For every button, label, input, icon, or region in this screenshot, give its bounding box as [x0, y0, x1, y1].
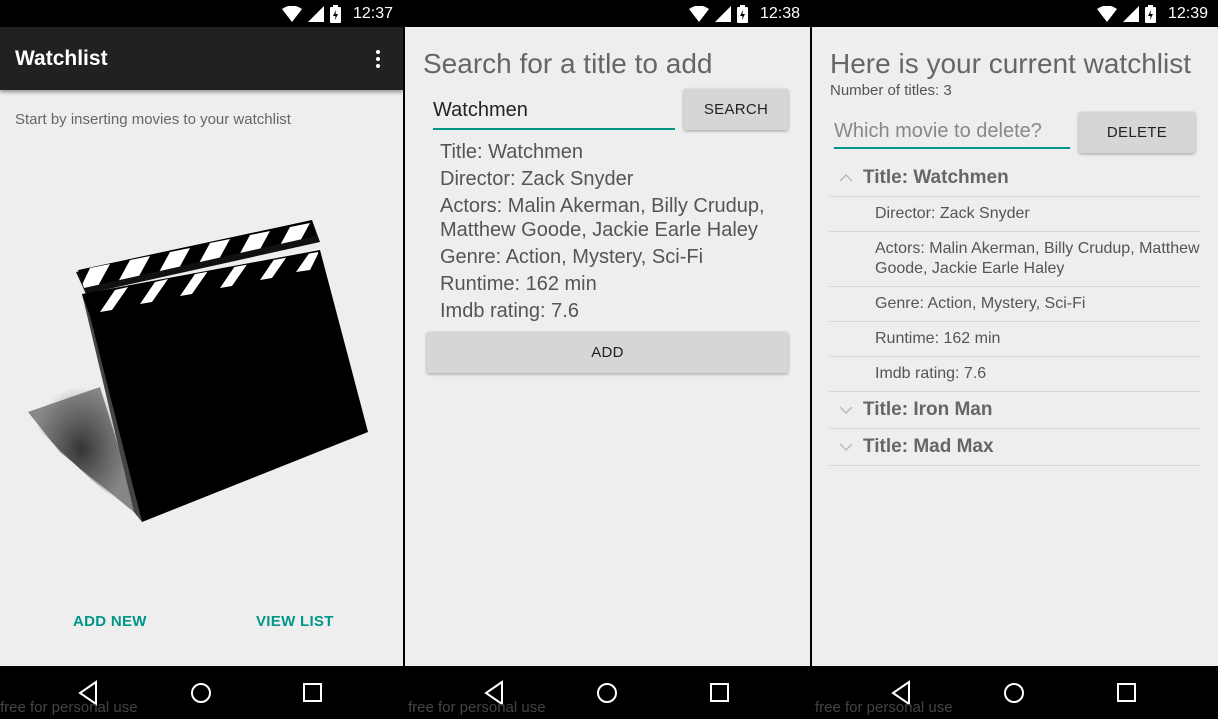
result-rating: Imdb rating: 7.6: [440, 300, 579, 322]
status-time: 12:37: [352, 4, 393, 22]
list-child: Genre: Action, Mystery, Sci-Fi: [829, 287, 1200, 322]
list-group-iron-man[interactable]: Title: Iron Man: [829, 392, 1200, 429]
watermark-text: free for personal use: [815, 699, 953, 716]
search-input[interactable]: [433, 92, 675, 130]
result-title: Title: Watchmen: [440, 141, 583, 163]
signal-icon: [714, 5, 731, 22]
watchlist-expandable-list: Title: Watchmen Director: Zack Snyder Ac…: [829, 160, 1200, 466]
navigation-bar: free for personal use: [405, 666, 810, 719]
watermark-text: free for personal use: [0, 699, 138, 716]
watermark-text: free for personal use: [408, 699, 546, 716]
list-group-watchmen[interactable]: Title: Watchmen: [829, 160, 1200, 197]
clapperboard-image: [28, 220, 368, 522]
intro-text: Start by inserting movies to your watchl…: [15, 111, 291, 128]
wifi-icon: [1096, 5, 1117, 22]
search-content: Search for a title to add SEARCH Title: …: [405, 27, 810, 666]
wifi-icon: [281, 5, 302, 22]
search-result: Title: Watchmen Director: Zack Snyder Ac…: [440, 140, 790, 326]
watchlist-screen: 12:39 Here is your current watchlist Num…: [812, 0, 1218, 719]
wifi-icon: [688, 5, 709, 22]
home-icon[interactable]: [1001, 680, 1027, 706]
home-icon[interactable]: [188, 680, 214, 706]
navigation-bar: free for personal use: [812, 666, 1218, 719]
overflow-menu-icon[interactable]: [368, 44, 388, 74]
result-genre: Genre: Action, Mystery, Sci-Fi: [440, 246, 704, 268]
delete-input[interactable]: [834, 115, 1070, 149]
home-icon[interactable]: [594, 680, 620, 706]
group-title: Title: Mad Max: [863, 436, 994, 457]
group-title: Title: Watchmen: [863, 167, 1009, 188]
result-runtime: Runtime: 162 min: [440, 273, 597, 295]
list-child: Imdb rating: 7.6: [829, 357, 1200, 392]
status-time: 12:38: [759, 4, 800, 22]
search-screen: 12:38 Search for a title to add SEARCH T…: [405, 0, 810, 719]
main-screen: 12:37 Watchlist Start by inserting movie…: [0, 0, 403, 719]
battery-icon: [329, 4, 341, 23]
list-child: Runtime: 162 min: [829, 322, 1200, 357]
search-button[interactable]: SEARCH: [684, 89, 788, 130]
view-list-button[interactable]: VIEW LIST: [256, 613, 334, 630]
search-heading: Search for a title to add: [423, 48, 713, 79]
list-child: Director: Zack Snyder: [829, 197, 1200, 232]
status-bar: 12:38: [405, 0, 810, 27]
signal-icon: [1122, 5, 1139, 22]
app-bar: Watchlist: [0, 27, 403, 90]
chevron-up-icon: [829, 174, 863, 182]
app-title: Watchlist: [15, 46, 108, 70]
status-bar: 12:37: [0, 0, 403, 27]
watchlist-heading: Here is your current watchlist: [830, 48, 1192, 79]
recents-icon[interactable]: [1114, 680, 1140, 706]
add-new-button[interactable]: ADD NEW: [73, 613, 147, 630]
group-title: Title: Iron Man: [863, 399, 993, 420]
navigation-bar: free for personal use: [0, 666, 403, 719]
signal-icon: [307, 5, 324, 22]
list-group-mad-max[interactable]: Title: Mad Max: [829, 429, 1200, 466]
status-bar: 12:39: [812, 0, 1218, 27]
recents-icon[interactable]: [707, 680, 733, 706]
search-row: SEARCH: [433, 89, 788, 133]
delete-button[interactable]: DELETE: [1079, 112, 1195, 153]
add-button[interactable]: ADD: [427, 332, 788, 373]
watchlist-content: Here is your current watchlist Number of…: [812, 27, 1218, 666]
main-content: Watchlist Start by inserting movies to y…: [0, 27, 403, 666]
battery-icon: [1144, 4, 1156, 23]
recents-icon[interactable]: [300, 680, 326, 706]
chevron-down-icon: [829, 406, 863, 414]
status-time: 12:39: [1167, 4, 1208, 22]
result-director: Director: Zack Snyder: [440, 168, 634, 190]
result-actors: Actors: Malin Akerman, Billy Crudup, Mat…: [440, 195, 765, 241]
battery-icon: [736, 4, 748, 23]
title-count: Number of titles: 3: [830, 82, 952, 99]
chevron-down-icon: [829, 443, 863, 451]
list-child: Actors: Malin Akerman, Billy Crudup, Mat…: [829, 232, 1200, 287]
